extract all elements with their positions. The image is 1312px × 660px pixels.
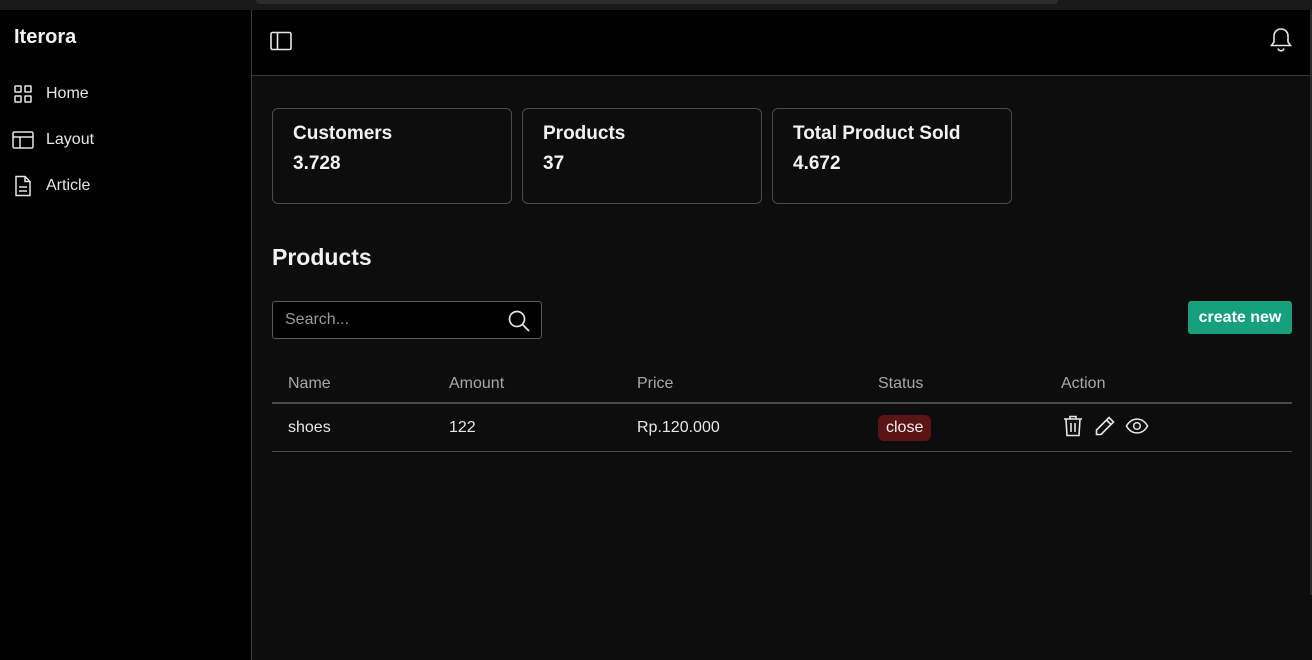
products-table: Name Amount Price Status Action shoes 12…	[272, 366, 1292, 452]
sidebar-toggle-button[interactable]	[268, 30, 294, 56]
stat-card-products: Products 37	[522, 108, 762, 204]
cell-amount: 122	[449, 418, 476, 436]
row-actions	[1061, 414, 1149, 438]
grid-icon	[12, 83, 34, 105]
brand-logo: Iterora	[14, 26, 77, 48]
create-new-button[interactable]: create new	[1188, 301, 1292, 334]
stat-value: 37	[543, 153, 565, 174]
search-input[interactable]	[273, 302, 503, 338]
stat-title: Products	[543, 123, 626, 144]
stat-value: 4.672	[793, 153, 841, 174]
trash-icon[interactable]	[1061, 414, 1085, 438]
column-header-name[interactable]: Name	[288, 366, 331, 402]
stat-value: 3.728	[293, 153, 341, 174]
table-row: shoes 122 Rp.120.000 close	[272, 404, 1292, 452]
sidebar-item-label: Layout	[46, 131, 95, 148]
layout-icon	[12, 129, 34, 151]
column-header-price[interactable]: Price	[637, 366, 673, 402]
status-badge: close	[878, 414, 932, 441]
cell-actions	[1061, 404, 1149, 451]
sidebar-item-layout[interactable]: Layout	[12, 125, 94, 155]
browser-strip	[0, 0, 1312, 10]
pencil-icon[interactable]	[1093, 414, 1117, 438]
sidebar-item-article[interactable]: Article	[12, 171, 90, 201]
cell-price: Rp.120.000	[637, 418, 720, 436]
cell-status: close	[878, 404, 932, 451]
column-header-status[interactable]: Status	[878, 366, 923, 402]
sidebar-item-home[interactable]: Home	[12, 79, 89, 109]
sidebar-toggle-icon	[270, 31, 292, 56]
document-icon	[12, 175, 34, 197]
stat-title: Total Product Sold	[793, 123, 961, 144]
notification-button[interactable]	[1268, 27, 1294, 58]
sidebar-item-label: Home	[46, 85, 89, 102]
stat-card-total-sold: Total Product Sold 4.672	[772, 108, 1012, 204]
eye-icon[interactable]	[1125, 414, 1149, 438]
column-header-amount[interactable]: Amount	[449, 366, 504, 402]
stat-card-customers: Customers 3.728	[272, 108, 512, 204]
table-header: Name Amount Price Status Action	[272, 366, 1292, 404]
address-bar	[256, 0, 1058, 4]
top-bar	[252, 10, 1310, 76]
search-box	[272, 301, 542, 339]
search-icon[interactable]	[507, 309, 531, 333]
cell-name: shoes	[288, 418, 331, 436]
sidebar-item-label: Article	[46, 177, 91, 194]
stat-title: Customers	[293, 123, 393, 144]
bell-icon	[1269, 27, 1293, 58]
sidebar: Iterora Home Layout Article	[0, 10, 252, 660]
column-header-action: Action	[1061, 375, 1106, 392]
products-heading: Products	[272, 244, 372, 270]
